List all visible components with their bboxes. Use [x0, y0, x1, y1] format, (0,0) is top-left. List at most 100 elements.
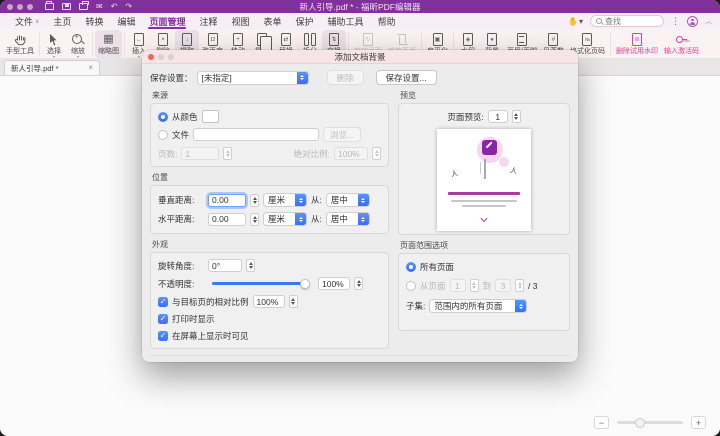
- close-window-button[interactable]: [7, 4, 13, 10]
- opacity-slider[interactable]: [212, 282, 310, 285]
- vertical-distance-label: 垂直距离:: [158, 194, 204, 206]
- menu-help[interactable]: 帮助: [371, 13, 403, 29]
- menu-form[interactable]: 表单: [257, 13, 289, 29]
- page-range-section: 所有页面 从页面 到 / 3 子集: [398, 253, 570, 331]
- select-stepper-icon: [358, 194, 369, 206]
- chevron-down-icon: ▾: [53, 55, 55, 59]
- page-preview-stepper[interactable]: [512, 110, 521, 123]
- opacity-slider-handle[interactable]: [300, 279, 310, 289]
- menu-convert[interactable]: 转换: [78, 13, 110, 29]
- toolbar-select[interactable]: 选择 ▾: [42, 30, 66, 58]
- save-settings-select[interactable]: [未指定]: [197, 71, 309, 85]
- from-file-radio[interactable]: [158, 130, 168, 140]
- undo-icon[interactable]: ↶: [111, 2, 118, 11]
- horizontal-unit-select[interactable]: 厘米: [263, 212, 307, 226]
- more-options-icon[interactable]: ⋮: [671, 16, 680, 27]
- horizontal-distance-input[interactable]: [208, 213, 246, 226]
- chevron-down-icon: [480, 215, 487, 222]
- menu-home[interactable]: 主页: [46, 13, 78, 29]
- vertical-unit-select[interactable]: 厘米: [263, 193, 307, 207]
- page-replace-icon: ⇄: [281, 33, 291, 47]
- minimize-window-button[interactable]: [17, 4, 23, 10]
- relative-scale-checkbox[interactable]: ✓: [158, 297, 168, 307]
- search-box[interactable]: [590, 15, 664, 27]
- zoom-in-button[interactable]: +: [691, 416, 706, 429]
- toolbar-enter-activation-code[interactable]: 输入激活码: [661, 30, 702, 58]
- close-tab-icon[interactable]: ×: [88, 64, 93, 72]
- from-color-label: 从颜色: [172, 111, 198, 123]
- toolbar-thumbnails[interactable]: ▦ 缩略图: [95, 30, 122, 58]
- rotation-input[interactable]: [208, 259, 242, 272]
- show-when-print-checkbox[interactable]: ✓: [158, 314, 168, 324]
- subset-select[interactable]: 范围内的所有页面: [429, 299, 527, 313]
- page-extract-icon: ↓: [182, 33, 192, 47]
- menubar: 文件∨ 主页 转换 编辑 页面管理 注释 视图 表单 保护 辅助工具 帮助 ✋▾…: [0, 13, 720, 29]
- opacity-input[interactable]: [318, 277, 350, 290]
- horizontal-from-select[interactable]: 居中: [326, 212, 370, 226]
- menu-page-management[interactable]: 页面管理: [142, 13, 192, 29]
- menu-comment[interactable]: 注释: [192, 13, 224, 29]
- rotation-stepper[interactable]: [246, 259, 255, 272]
- save-icon[interactable]: [62, 3, 71, 10]
- menu-file[interactable]: 文件∨: [8, 13, 46, 29]
- collapse-toolbar-icon[interactable]: ︿: [705, 16, 712, 26]
- menu-protect[interactable]: 保护: [289, 13, 321, 29]
- color-swatch[interactable]: [202, 110, 219, 123]
- preview-section-label: 预览: [400, 90, 570, 101]
- appearance-section-label: 外观: [152, 239, 389, 250]
- vertical-text-placeholder: [480, 162, 481, 174]
- open-folder-icon[interactable]: [45, 3, 54, 10]
- watermark-icon: ◈: [463, 33, 473, 47]
- page-split-icon: [304, 33, 316, 47]
- toolbar-hand-tool[interactable]: 手型工具: [3, 30, 37, 58]
- page-move-icon: +: [233, 33, 243, 47]
- toolbar-separator: [124, 32, 125, 56]
- select-stepper-icon: [358, 213, 369, 225]
- page-range-radio[interactable]: [406, 281, 416, 291]
- opacity-stepper[interactable]: [354, 277, 363, 290]
- relative-scale-stepper[interactable]: [289, 295, 298, 308]
- to-page-input: [495, 279, 511, 292]
- from-page-label: 从页面: [420, 280, 446, 292]
- toolbar-zoom[interactable]: 缩放 ▾: [66, 30, 90, 58]
- menu-view[interactable]: 视图: [225, 13, 257, 29]
- rotation-label: 旋转角度:: [158, 260, 204, 272]
- zoom-control: − +: [594, 416, 706, 429]
- heading-text-placeholder: [448, 192, 520, 195]
- select-stepper-icon: [295, 194, 306, 206]
- window-traffic-lights[interactable]: [7, 4, 33, 10]
- zoom-out-button[interactable]: −: [594, 416, 609, 429]
- subset-label: 子集:: [406, 300, 425, 312]
- page-preview-input[interactable]: [488, 110, 508, 123]
- menu-edit[interactable]: 编辑: [110, 13, 142, 29]
- tool-mode-dropdown[interactable]: ✋▾: [568, 17, 583, 26]
- opacity-label: 不透明度:: [158, 278, 204, 290]
- select-stepper-icon: [295, 213, 306, 225]
- delete-setting-button: 删除: [327, 70, 364, 85]
- vertical-text-placeholder: [484, 159, 486, 179]
- toolbar-remove-trial-watermark[interactable]: ⊘ 删除试用水印: [613, 30, 661, 58]
- vertical-distance-input[interactable]: [208, 194, 246, 207]
- all-pages-radio[interactable]: [406, 262, 416, 272]
- account-avatar[interactable]: [687, 16, 698, 27]
- vertical-from-select[interactable]: 居中: [326, 193, 370, 207]
- add-background-dialog: 添加文档背景 保存设置： [未指定] 删除 保存设置... 来源: [142, 50, 578, 362]
- document-tab[interactable]: 新人引导.pdf * ×: [4, 60, 100, 75]
- zoom-slider[interactable]: [617, 421, 683, 424]
- chevron-down-icon: ▾: [138, 55, 140, 59]
- print-icon[interactable]: [79, 3, 88, 10]
- save-setting-button[interactable]: 保存设置...: [376, 70, 437, 85]
- dialog-footer: 隐藏 取消 确定: [150, 355, 570, 362]
- vertical-distance-stepper[interactable]: [250, 194, 259, 207]
- mail-icon[interactable]: ✉: [96, 2, 103, 11]
- zoom-slider-handle[interactable]: [635, 418, 645, 428]
- horizontal-distance-stepper[interactable]: [250, 213, 259, 226]
- file-path-input[interactable]: [193, 128, 319, 141]
- relative-scale-input[interactable]: [253, 295, 285, 308]
- from-color-radio[interactable]: [158, 112, 168, 122]
- maximize-window-button[interactable]: [27, 4, 33, 10]
- menu-accessibility-tools[interactable]: 辅助工具: [321, 13, 371, 29]
- show-on-screen-checkbox[interactable]: ✓: [158, 331, 168, 341]
- search-input[interactable]: [605, 17, 653, 26]
- redo-icon[interactable]: ↷: [125, 2, 132, 11]
